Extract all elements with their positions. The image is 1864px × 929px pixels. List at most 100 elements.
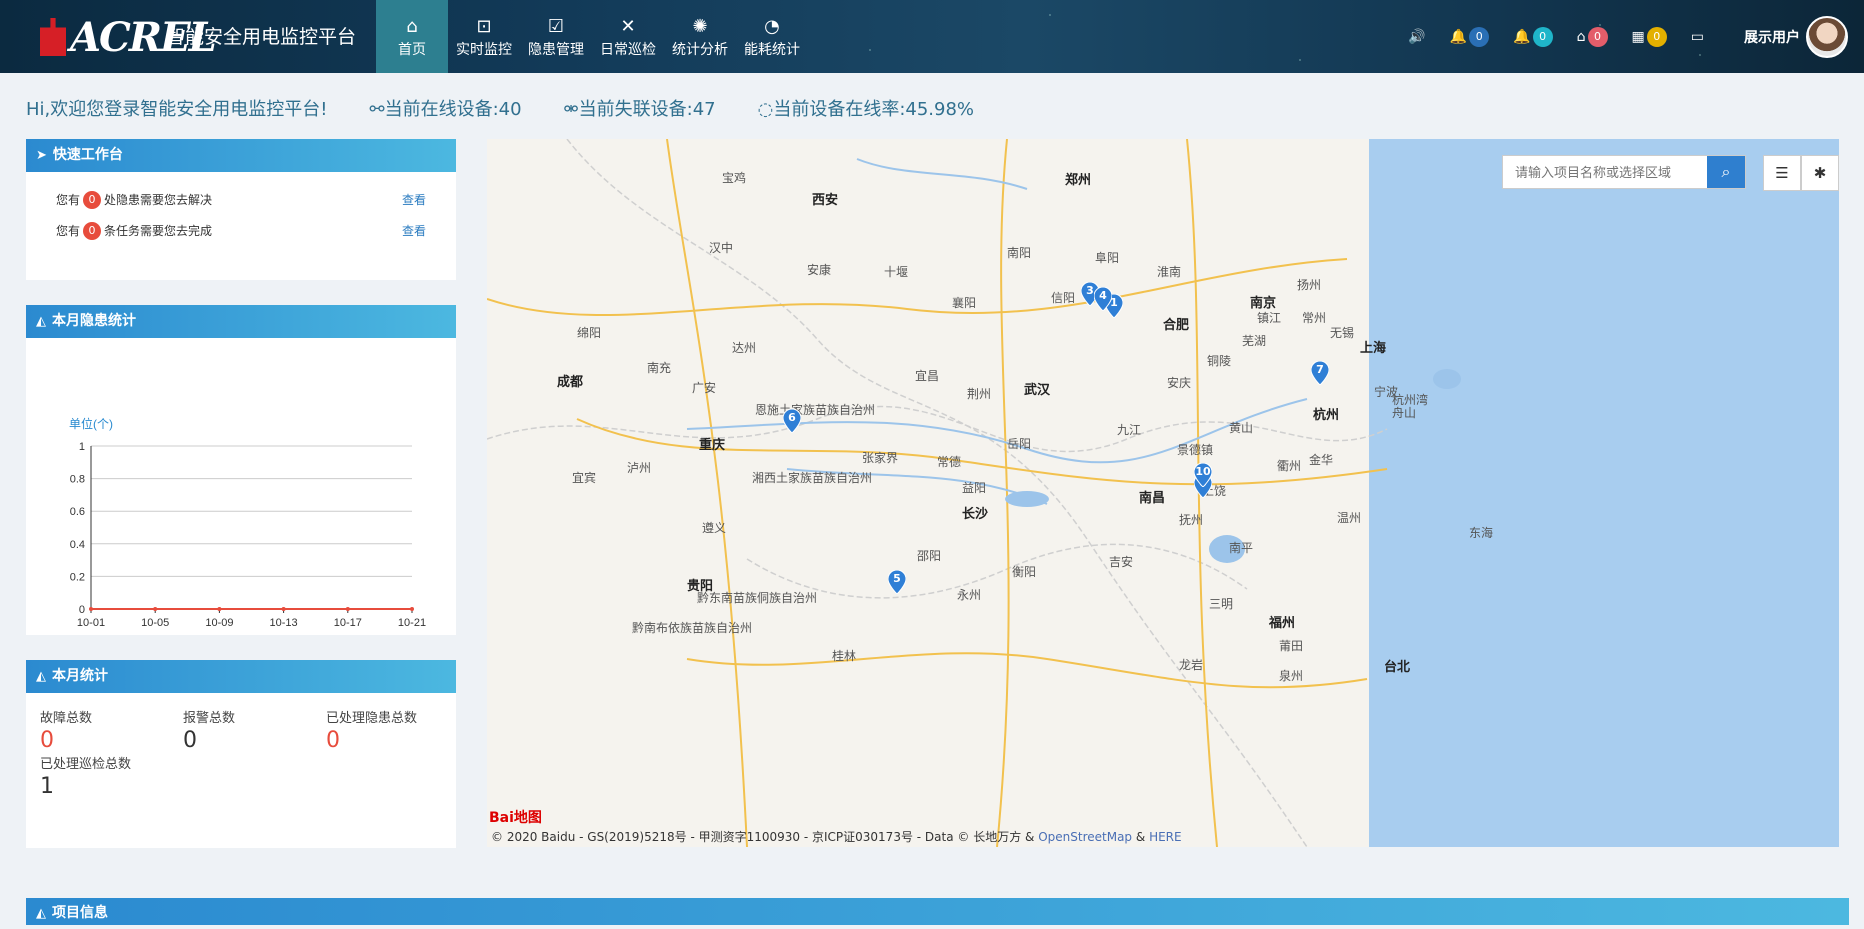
online-devices: ⚯当前在线设备:40 — [369, 99, 522, 120]
baidu-map-logo[interactable]: Bai地图 — [489, 807, 542, 827]
y-axis-label: 单位(个) — [69, 416, 113, 431]
workbench-item: 您有 0 处隐患需要您去解决 查看 — [26, 184, 456, 215]
map-marker[interactable]: 4 — [1094, 287, 1112, 311]
data-point — [153, 607, 158, 611]
map-city-label: 西安 — [812, 193, 839, 208]
top-header: ACREL 智能安全用电监控平台 ⌂ 首页 ⊡ 实时监控 ☑ 隐患管理 ✕ 日常巡检 ✺ 统计分析… — [0, 0, 1864, 73]
stat-value: 0 — [326, 728, 340, 753]
nav-item-4[interactable]: ✺ 统计分析 — [664, 0, 736, 73]
home-alert-icon: ⌂ — [1576, 28, 1586, 45]
stat-value: 0 — [183, 728, 197, 753]
home-icon: ⌂ — [406, 15, 418, 37]
header-tool-grid[interactable]: ▦ 0 — [1632, 26, 1667, 47]
map-city-label: 镇江 — [1257, 311, 1282, 325]
speaker-icon: 🔊 — [1408, 28, 1426, 45]
month-stats-header: ◭ 本月统计 — [26, 660, 456, 693]
map-city-label: 温州 — [1337, 511, 1362, 525]
map-layers-button[interactable]: ☰ — [1763, 155, 1801, 191]
map-city-label: 莆田 — [1279, 639, 1304, 653]
map-city-label: 荆州 — [967, 387, 992, 401]
header-tool-bell[interactable]: 🔔 0 — [1450, 26, 1490, 47]
x-tick-label: 10-09 — [205, 617, 233, 629]
map-city-label: 淮南 — [1157, 265, 1182, 279]
map-city-label: 台北 — [1384, 660, 1411, 675]
map-search-box: ⌕ — [1502, 155, 1746, 189]
y-tick-label: 0.4 — [70, 539, 85, 551]
welcome-greeting: Hi,欢迎您登录智能安全用电监控平台! — [26, 99, 328, 120]
map-city-label: 常州 — [1302, 311, 1327, 325]
paper-plane-icon: ➤ — [36, 148, 47, 163]
map-city-label: 安庆 — [1167, 376, 1192, 390]
clipboard-check-icon: ☑ — [547, 15, 565, 37]
month-stat-item: 报警总数 0 — [183, 707, 326, 753]
stat-label: 报警总数 — [183, 711, 236, 726]
month-stat-item: 已处理巡检总数 1 — [40, 753, 183, 799]
view-link[interactable]: 查看 — [402, 222, 426, 239]
osm-link[interactable]: OpenStreetMap — [1038, 830, 1132, 844]
marker-number: 7 — [1316, 363, 1324, 376]
hazard-stats-title: 本月隐患统计 — [52, 313, 136, 329]
y-tick-label: 0.2 — [70, 571, 85, 583]
y-tick-label: 0.6 — [70, 506, 85, 518]
list-icon: ☰ — [1775, 164, 1789, 182]
todo-prefix: 您有 — [56, 193, 81, 207]
month-stats-title: 本月统计 — [52, 668, 108, 684]
header-tool-home-alert[interactable]: ⌂ 0 — [1576, 26, 1608, 47]
map-city-label: 金华 — [1309, 453, 1334, 467]
map-city-label: 张家界 — [862, 451, 899, 465]
workbench-title: 快速工作台 — [52, 147, 123, 163]
nav-item-5[interactable]: ◔ 能耗统计 — [736, 0, 808, 73]
bell-alt-icon: 🔔 — [1513, 28, 1531, 45]
here-link[interactable]: HERE — [1149, 830, 1182, 844]
user-menu[interactable]: 展示用户 — [1744, 15, 1848, 58]
nav-item-2[interactable]: ☑ 隐患管理 — [520, 0, 592, 73]
y-tick-label: 0 — [79, 604, 85, 616]
nav-item-3[interactable]: ✕ 日常巡检 — [592, 0, 664, 73]
desktop-icon: ▭ — [1690, 28, 1704, 45]
map-city-label: 岳阳 — [1007, 437, 1032, 451]
area-chart-icon: ◭ — [36, 314, 46, 329]
map-city-label: 安康 — [807, 263, 832, 277]
fan-icon: ✺ — [692, 15, 708, 37]
map-city-label: 泸州 — [627, 461, 652, 475]
map-marker[interactable]: 10 — [1194, 463, 1212, 487]
map-city-label: 合肥 — [1163, 318, 1190, 333]
todo-text: 条任务需要您去完成 — [104, 224, 213, 238]
map-marker[interactable]: 5 — [888, 570, 906, 594]
map-city-label: 南充 — [647, 361, 672, 375]
map-settings-button[interactable]: ✱ — [1801, 155, 1839, 191]
pie-icon: ◔ — [764, 15, 780, 37]
map-search-button[interactable]: ⌕ — [1707, 156, 1745, 188]
map-city-label: 三明 — [1209, 597, 1234, 611]
map-city-label: 南阳 — [1007, 246, 1032, 260]
nav-item-label: 统计分析 — [672, 41, 728, 58]
todo-text: 处隐患需要您去解决 — [104, 193, 213, 207]
nav-item-label: 实时监控 — [456, 41, 512, 58]
y-tick-label: 0.8 — [70, 474, 85, 486]
view-link[interactable]: 查看 — [402, 191, 426, 208]
todo-count-badge: 0 — [83, 221, 102, 240]
notification-badge: 0 — [1587, 26, 1608, 47]
map-marker[interactable]: 7 — [1311, 361, 1329, 385]
map-marker[interactable]: 6 — [783, 409, 801, 433]
nav-item-1[interactable]: ⊡ 实时监控 — [448, 0, 520, 73]
todo-prefix: 您有 — [56, 224, 81, 238]
hazard-stats-header: ◭ 本月隐患统计 — [26, 305, 456, 338]
main-nav: ⌂ 首页 ⊡ 实时监控 ☑ 隐患管理 ✕ 日常巡检 ✺ 统计分析 ◔ 能耗统计 — [376, 0, 808, 73]
map-city-label: 武汉 — [1024, 383, 1051, 398]
header-tool-desktop[interactable]: ▭ — [1691, 29, 1704, 45]
logo-mark-icon — [40, 18, 66, 56]
map-city-label: 南平 — [1229, 541, 1254, 555]
map-city-label: 重庆 — [699, 438, 726, 453]
stat-label: 已处理隐患总数 — [326, 711, 418, 726]
map-search-input[interactable] — [1503, 156, 1707, 188]
monitor-search-icon: ⊡ — [476, 15, 492, 37]
online-rate: ◌当前设备在线率:45.98% — [757, 99, 975, 120]
map-view[interactable]: 郑州 西安 成都 重庆 武汉 合肥 南京 上海 杭州 长沙 南昌 贵阳 福州 台北 宝鸡 汉中 安康 十堰 襄阳 南阳… — [487, 139, 1839, 847]
map-city-label: 襄阳 — [952, 296, 977, 310]
header-tool-bell-alt[interactable]: 🔔 0 — [1513, 26, 1553, 47]
map-city-label: 芜湖 — [1242, 334, 1267, 348]
nav-item-0[interactable]: ⌂ 首页 — [376, 0, 448, 73]
header-tool-speaker[interactable]: 🔊 — [1408, 29, 1425, 45]
map-city-label: 宝鸡 — [722, 171, 747, 185]
